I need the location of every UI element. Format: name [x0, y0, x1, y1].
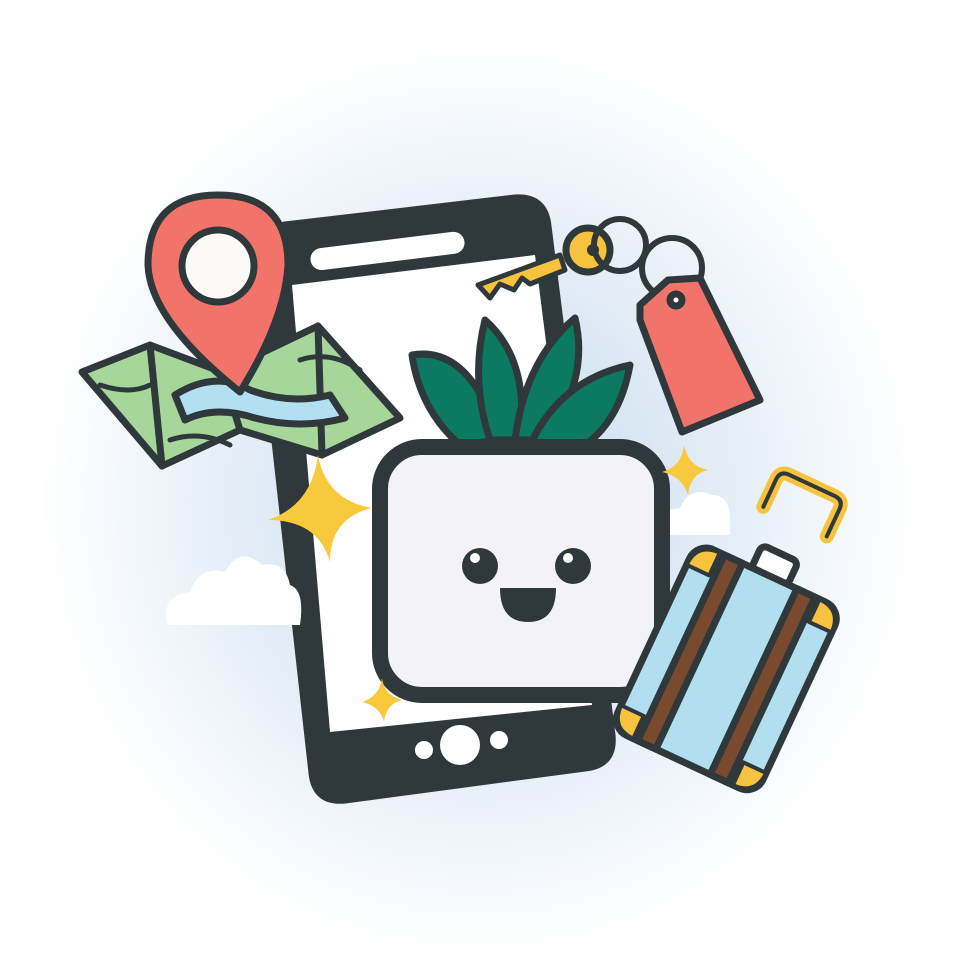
illustration-canvas: [0, 0, 956, 970]
plant-pot-icon: [372, 439, 670, 703]
tag-icon: [636, 274, 764, 436]
travel-illustration: [78, 191, 848, 804]
cloud-icon: [166, 556, 302, 625]
